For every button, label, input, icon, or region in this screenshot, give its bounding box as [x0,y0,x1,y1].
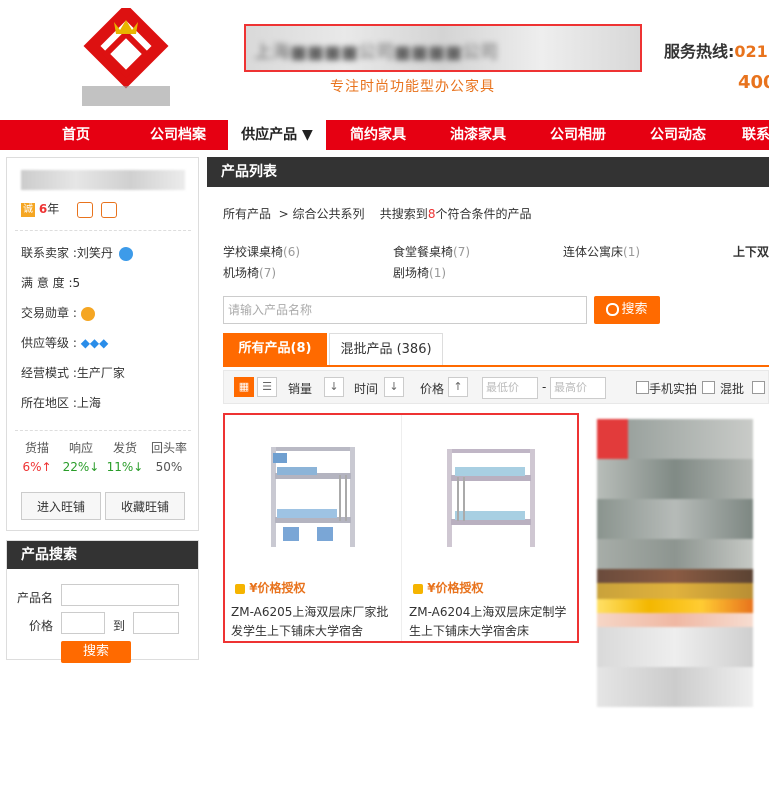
category-link[interactable]: 上下双 [733,243,769,260]
breadcrumb: 所有产品 > 综合公共系列 共搜索到8个符合条件的产品 [223,207,532,221]
product-list-title: 产品列表 [207,157,769,187]
nav-news[interactable]: 公司动态 [636,120,720,150]
price-max-input[interactable] [133,612,179,634]
medal-icon [80,306,95,321]
tab-all-products[interactable]: 所有产品(8) [223,333,327,365]
price-to-label: 到 [113,619,126,633]
stat-return-rate: 回头率 50% [150,441,187,474]
shop-medal: 交易勋章 : [21,304,95,321]
price-label: 价格 [29,619,54,633]
hotline-number: 021 [734,42,768,61]
extra-checkbox[interactable] [752,381,765,394]
phone-photo-label: 手机实拍 [649,382,698,396]
nav-products[interactable]: 供应产品 ▼ [228,120,326,150]
bunk-bed-image[interactable] [253,437,373,557]
shop-years: 诚 6年 [21,200,117,218]
category-link[interactable]: 剧场椅(1) [393,264,446,281]
hotline: 服务热线:021 [664,38,768,62]
sort-time-arrow-icon[interactable]: ↓ [384,377,404,397]
sort-time-label[interactable]: 时间 [354,380,378,397]
shop-name[interactable] [21,170,185,190]
grid-view-icon[interactable]: ▦ [234,377,254,397]
lock-icon [413,583,423,594]
nav-home[interactable]: 首页 [36,120,116,150]
nav-contact[interactable]: 联系 [736,120,769,150]
company-name-banner: 上海■■■■公司■■■■公司 [244,24,642,72]
product-search-title: 产品搜索 [7,541,198,569]
product-card[interactable]: ¥价格授权 ZM-A6204上海双层床定制学生上下铺床大学宿舍床 [403,415,579,641]
price-min-input[interactable] [61,612,105,634]
stat-response: 响应 22%↓ [62,441,100,474]
breadcrumb-all[interactable]: 所有产品 [223,207,271,221]
category-link[interactable]: 食堂餐桌椅(7) [393,243,470,260]
favorite-shop-button[interactable]: 收藏旺铺 [105,492,185,520]
list-view-icon[interactable]: ☰ [257,377,277,397]
lock-icon [235,583,245,594]
min-price-input[interactable]: 最低价 [482,377,538,399]
breadcrumb-category[interactable]: > 综合公共系列 [279,207,365,221]
product-search-button[interactable]: 搜索 [61,641,131,663]
product-card[interactable]: ¥价格授权 ZM-A6205上海双层床厂家批发学生上下铺床大学宿舍 [225,415,402,641]
product-title[interactable]: ZM-A6205上海双层床厂家批发学生上下铺床大学宿舍 [231,603,397,641]
sort-sales-label[interactable]: 销量 [288,380,312,397]
company-logo[interactable] [80,8,172,110]
product-name-label: 产品名 [17,591,54,605]
shop-contact: 联系卖家 :刘笑丹 [21,244,133,261]
enter-shop-button[interactable]: 进入旺铺 [21,492,101,520]
category-link[interactable]: 机场椅(7) [223,264,276,281]
shop-stats: 货描 6%↑ 响应 22%↓ 发货 11%↓ 回头率 50% [15,430,191,474]
sort-toolbar: ▦ ☰ 销量 ↓ 时间 ↓ 价格 ↑ 最低价 - 最高价 手机实拍 混批 [223,370,769,404]
product-title[interactable]: ZM-A6204上海双层床定制学生上下铺床大学宿舍床 [409,603,575,641]
shop-info-box: 诚 6年 联系卖家 :刘笑丹 满 意 度 :5 交易勋章 : 供应等级 : ◆◆… [6,157,199,531]
main-nav: 首页 公司档案 供应产品 ▼ 简约家具 油漆家具 公司相册 公司动态 联系 [0,120,769,150]
product-price: ¥价格授权 [413,579,484,596]
product-price: ¥价格授权 [235,579,306,596]
company-name: 上海■■■■公司■■■■公司 [254,42,499,63]
cert-icon: 诚 [21,202,35,217]
site-header: 上海■■■■公司■■■■公司 专注时尚功能型办公家具 服务热线:021 400 [0,0,769,120]
slogan: 专注时尚功能型办公家具 [330,79,495,95]
shop-mode: 经营模式 :生产厂家 [21,366,125,380]
product-search-panel: 产品搜索 产品名 价格 到 搜索 [6,540,199,663]
stat-shipping: 发货 11%↓ [106,441,144,474]
search-button[interactable]: 搜索 [594,296,660,324]
product-grid: ¥价格授权 ZM-A6205上海双层床厂家批发学生上下铺床大学宿舍 ¥价格授权 … [223,413,579,643]
nav-simple-furniture[interactable]: 简约家具 [336,120,420,150]
tab-mixed-products[interactable]: 混批产品 (386) [329,333,443,365]
product-tabs: 所有产品(8) 混批产品 (386) [223,333,769,367]
stat-desc: 货描 6%↑ [22,441,52,474]
sort-sales-arrow-icon[interactable]: ↓ [324,377,344,397]
max-price-input[interactable]: 最高价 [550,377,606,399]
shop-level: 供应等级 : ◆◆◆ [21,336,109,350]
phone-photo-checkbox[interactable] [636,381,649,394]
hotline-label: 服务热线: [664,42,735,61]
search-icon [606,303,620,316]
bunk-bed-image[interactable] [431,437,551,557]
shop-satisfaction: 满 意 度 :5 [21,276,81,290]
nav-album[interactable]: 公司相册 [536,120,620,150]
guarantee-icon [77,201,94,218]
invoice-icon [100,201,117,218]
shop-region: 所在地区 :上海 [21,396,101,410]
mixed-batch-checkbox[interactable] [702,381,715,394]
category-link[interactable]: 学校课桌椅(6) [223,243,300,260]
hotline-number-2: 400 [738,72,769,93]
mixed-batch-label: 混批 [720,382,745,396]
diamond-icon: ◆◆◆ [80,336,109,350]
product-search-input[interactable]: 请输入产品名称 [223,296,587,324]
category-link[interactable]: 连体公寓床(1) [563,243,640,260]
nav-paint-furniture[interactable]: 油漆家具 [436,120,520,150]
sort-price-label[interactable]: 价格 [420,380,444,397]
product-name-input[interactable] [61,584,179,606]
blurred-ad-banner[interactable] [597,419,753,805]
chat-icon[interactable] [118,246,133,261]
sort-price-arrow-icon[interactable]: ↑ [448,377,468,397]
nav-company-profile[interactable]: 公司档案 [136,120,220,150]
